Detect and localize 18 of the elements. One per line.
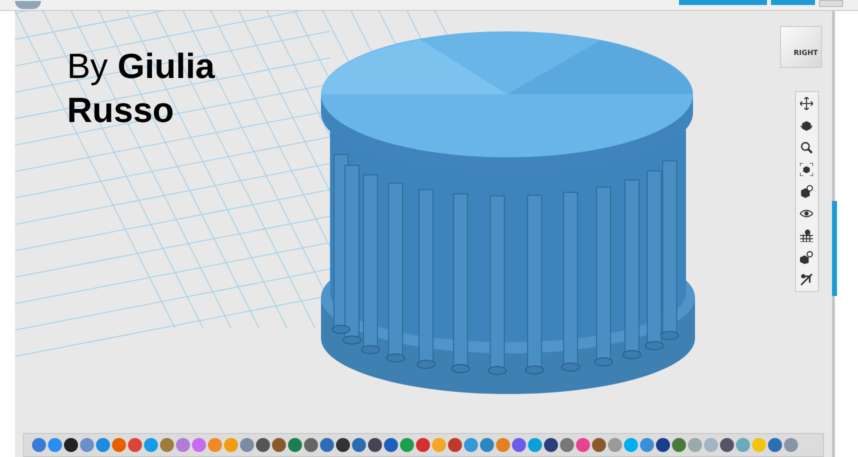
grid-view-icon[interactable]	[800, 229, 814, 242]
panel-toggle-tab[interactable]	[832, 201, 838, 296]
app-logo-icon	[15, 1, 41, 9]
app-icon[interactable]	[368, 438, 382, 452]
app-icon[interactable]	[544, 438, 558, 452]
zoom-icon[interactable]	[800, 141, 814, 154]
app-icon[interactable]	[656, 438, 670, 452]
cylinder-model-drawing[interactable]	[320, 31, 695, 394]
app-icon[interactable]	[336, 438, 350, 452]
app-icon[interactable]	[64, 438, 78, 452]
fit-view-icon[interactable]	[800, 163, 814, 176]
material-icon[interactable]	[800, 251, 814, 264]
cube-icon[interactable]	[800, 185, 814, 198]
app-icon[interactable]	[256, 438, 270, 452]
author-caption: By Giulia Russo	[66, 46, 216, 132]
app-icon[interactable]	[720, 438, 734, 452]
move-arrows-icon[interactable]	[800, 97, 814, 110]
eye-icon[interactable]	[800, 207, 814, 220]
